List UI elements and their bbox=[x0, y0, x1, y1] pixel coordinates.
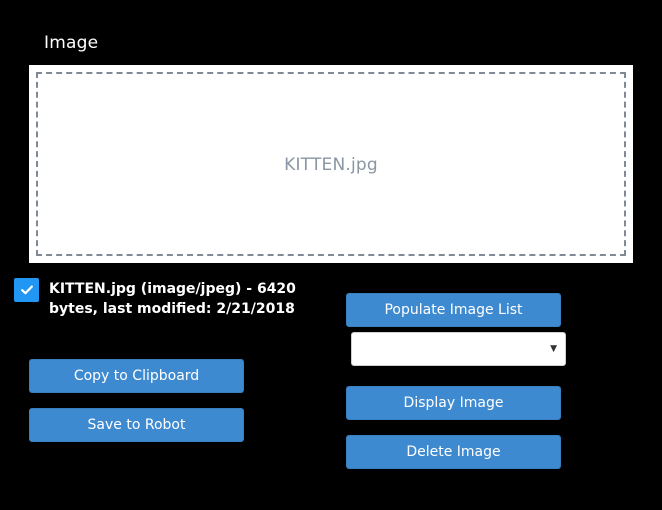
chevron-down-icon: ▼ bbox=[550, 344, 557, 354]
display-image-button[interactable]: Display Image bbox=[346, 386, 561, 420]
checkmark-icon bbox=[20, 285, 33, 295]
image-drop-panel[interactable]: KITTEN.jpg bbox=[29, 65, 633, 263]
image-list-select[interactable]: ▼ bbox=[351, 332, 566, 366]
copy-to-clipboard-button[interactable]: Copy to Clipboard bbox=[29, 359, 244, 393]
delete-image-button[interactable]: Delete Image bbox=[346, 435, 561, 469]
save-to-robot-button[interactable]: Save to Robot bbox=[29, 408, 244, 442]
populate-image-list-button[interactable]: Populate Image List bbox=[346, 293, 561, 327]
section-title: Image bbox=[44, 33, 99, 53]
file-info-text: KITTEN.jpg (image/jpeg) - 6420 bytes, la… bbox=[49, 281, 296, 317]
image-panel: Image KITTEN.jpg KITTEN.jpg (image/jpeg)… bbox=[0, 0, 662, 510]
image-drop-zone[interactable]: KITTEN.jpg bbox=[36, 72, 626, 256]
file-select-checkbox[interactable] bbox=[14, 278, 39, 302]
drop-zone-filename: KITTEN.jpg bbox=[284, 155, 378, 175]
